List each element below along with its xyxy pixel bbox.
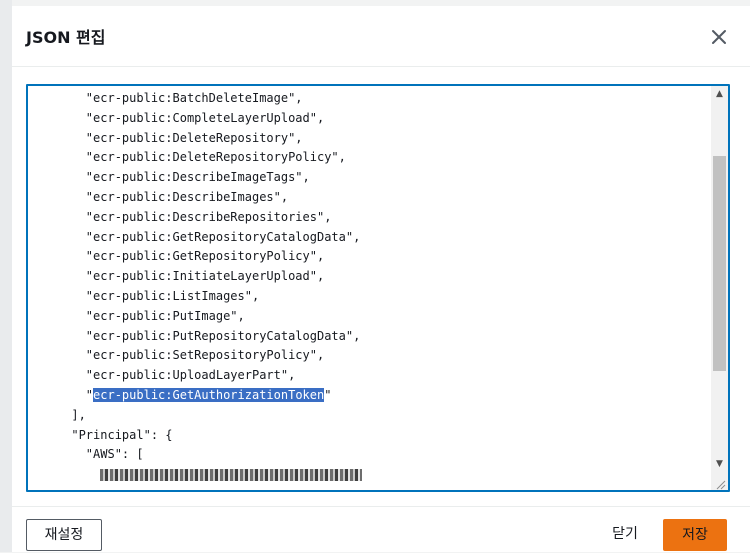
code-text: "ecr-public:PutRepositoryCatalogData", <box>85 328 361 343</box>
code-text: "ecr-public:SetRepositoryPolicy", <box>85 348 325 363</box>
code-line: "ecr-public:DeleteRepository", <box>28 129 710 149</box>
code-line: "Principal": { <box>28 426 710 446</box>
save-button[interactable]: 저장 <box>663 519 727 551</box>
code-text: "ecr-public:GetRepositoryCatalogData", <box>85 229 361 244</box>
code-text: "AWS": [ <box>85 447 144 462</box>
code-text: "ecr-public:DescribeRepositories", <box>85 209 332 224</box>
code-text: "ecr-public:DeleteRepositoryPolicy", <box>85 150 346 165</box>
code-line: "ecr-public:DescribeRepositories", <box>28 208 710 228</box>
code-text: "ecr-public:DeleteRepository", <box>85 130 303 145</box>
code-line: "ecr-public:GetRepositoryCatalogData", <box>28 228 710 248</box>
edit-json-modal: JSON 편집 "ecr-public:BatchDeleteImage", "… <box>12 6 750 552</box>
code-line: "ecr-public:UploadLayerPart", <box>28 366 710 386</box>
redacted-principal-arn <box>100 468 363 481</box>
code-text: "ecr-public:InitiateLayerUpload", <box>85 269 325 284</box>
code-line: "ecr-public:DescribeImageTags", <box>28 168 710 188</box>
code-text: "ecr-public:ListImages", <box>85 288 260 303</box>
code-line: "AWS": [ <box>28 445 710 465</box>
modal-footer: 재설정 닫기 저장 <box>12 506 750 553</box>
code-line: "ecr-public:PutImage", <box>28 307 710 327</box>
code-text: "Principal": { <box>71 427 173 442</box>
resize-grip-icon[interactable] <box>714 475 726 490</box>
code-text: "ecr-public:UploadLayerPart", <box>85 368 296 383</box>
code-line: "ecr-public:DescribeImages", <box>28 188 710 208</box>
page-backdrop <box>0 0 12 552</box>
code-text: "ecr-public:GetRepositoryPolicy", <box>85 249 325 264</box>
code-line: ], <box>28 406 710 426</box>
reset-button[interactable]: 재설정 <box>26 519 102 551</box>
code-line: "ecr-public:InitiateLayerUpload", <box>28 267 710 287</box>
code-line: "ecr-public:SetRepositoryPolicy", <box>28 346 710 366</box>
code-text: "ecr-public:DescribeImages", <box>85 189 289 204</box>
code-line: "ecr-public:BatchDeleteImage", <box>28 89 710 109</box>
code-text: "ecr-public:DescribeImageTags", <box>85 170 310 185</box>
code-line: "ecr-public:GetRepositoryPolicy", <box>28 247 710 267</box>
code-line: "ecr-public:ListImages", <box>28 287 710 307</box>
modal-title: JSON 편집 <box>26 28 106 47</box>
code-line: "ecr-public:DeleteRepositoryPolicy", <box>28 148 710 168</box>
code-line <box>28 465 710 485</box>
modal-header: JSON 편집 <box>12 6 750 67</box>
code-line: "ecr-public:CompleteLayerUpload", <box>28 109 710 129</box>
scrollbar-thumb[interactable] <box>713 156 726 371</box>
code-line: "ecr-public:GetAuthorizationToken" <box>28 386 710 406</box>
code-text: ], <box>71 407 86 422</box>
code-quote: " <box>85 387 94 402</box>
code-text: "ecr-public:PutImage", <box>85 308 245 323</box>
json-code[interactable]: "ecr-public:BatchDeleteImage", "ecr-publ… <box>28 89 710 485</box>
close-icon[interactable] <box>708 26 730 48</box>
code-quote: " <box>324 387 332 402</box>
code-line: "ecr-public:PutRepositoryCatalogData", <box>28 327 710 347</box>
close-button[interactable]: 닫기 <box>600 519 650 549</box>
selected-text: ecr-public:GetAuthorizationToken <box>93 387 325 402</box>
code-text: "ecr-public:CompleteLayerUpload", <box>85 110 325 125</box>
json-editor-textarea[interactable]: "ecr-public:BatchDeleteImage", "ecr-publ… <box>26 84 730 492</box>
scroll-down-arrow-icon[interactable]: ▼ <box>711 456 728 472</box>
code-text: "ecr-public:BatchDeleteImage", <box>85 91 303 105</box>
editor-scrollbar[interactable]: ▲ ▼ <box>711 86 728 490</box>
scroll-up-arrow-icon[interactable]: ▲ <box>711 86 728 102</box>
